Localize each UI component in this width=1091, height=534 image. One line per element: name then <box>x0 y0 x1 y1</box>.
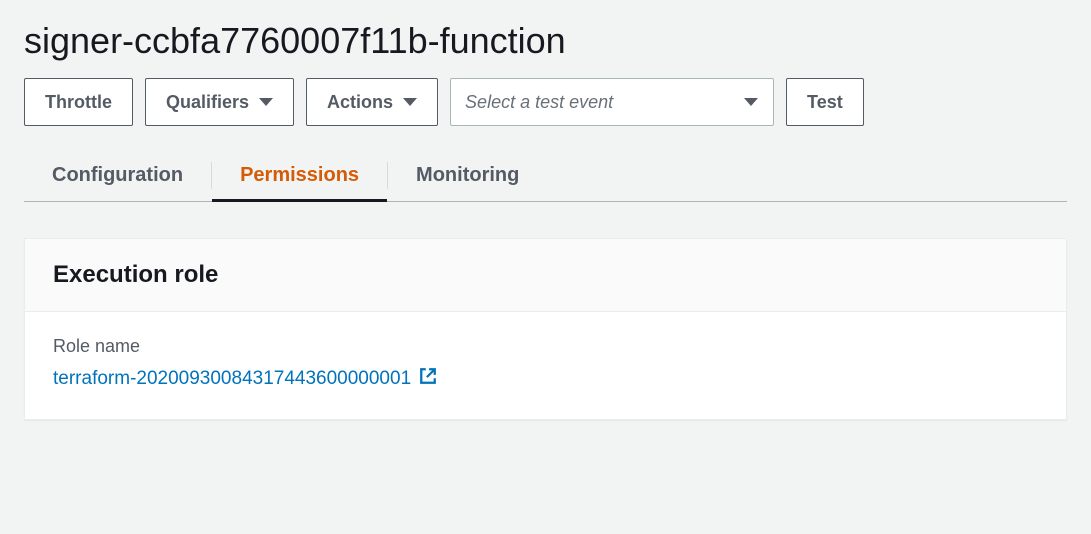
tab-configuration[interactable]: Configuration <box>24 150 211 201</box>
qualifiers-button-label: Qualifiers <box>166 92 249 113</box>
test-button-label: Test <box>807 92 843 113</box>
test-event-select-wrap: Select a test event <box>450 78 774 126</box>
toolbar: Throttle Qualifiers Actions Select a tes… <box>0 78 1091 150</box>
caret-down-icon <box>259 98 273 106</box>
role-name-label: Role name <box>53 336 1038 357</box>
throttle-button-label: Throttle <box>45 92 112 113</box>
caret-down-icon <box>403 98 417 106</box>
test-event-placeholder: Select a test event <box>465 92 613 113</box>
test-button[interactable]: Test <box>786 78 864 126</box>
qualifiers-button[interactable]: Qualifiers <box>145 78 294 126</box>
panel-title: Execution role <box>53 261 1038 289</box>
panel-header: Execution role <box>25 239 1066 312</box>
throttle-button[interactable]: Throttle <box>24 78 133 126</box>
panel-body: Role name terraform-20200930084317443600… <box>25 312 1066 419</box>
external-link-icon <box>419 367 437 391</box>
execution-role-panel: Execution role Role name terraform-20200… <box>24 238 1067 420</box>
tabs: Configuration Permissions Monitoring <box>24 150 1067 202</box>
role-name-link[interactable]: terraform-20200930084317443600000001 <box>53 367 437 391</box>
actions-button[interactable]: Actions <box>306 78 438 126</box>
page-title: signer-ccbfa7760007f11b-function <box>0 0 1091 78</box>
actions-button-label: Actions <box>327 92 393 113</box>
tab-monitoring[interactable]: Monitoring <box>388 150 547 201</box>
tab-permissions[interactable]: Permissions <box>212 150 387 201</box>
test-event-select[interactable]: Select a test event <box>450 78 774 126</box>
role-name-value: terraform-20200930084317443600000001 <box>53 368 411 390</box>
